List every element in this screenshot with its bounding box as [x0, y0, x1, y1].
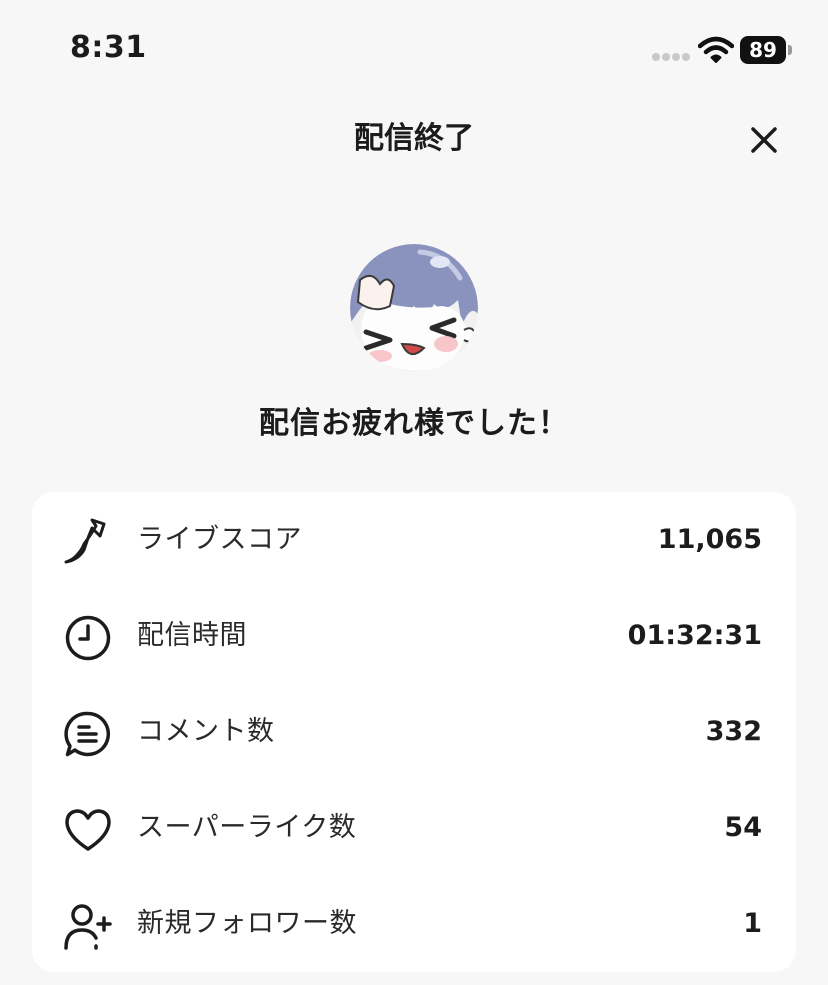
add-user-icon [64, 904, 112, 950]
stat-label: 新規フォロワー数 [137, 908, 357, 939]
status-time: 8:31 [70, 30, 147, 65]
clock-icon [65, 615, 111, 661]
avatar[interactable] [350, 244, 478, 372]
stat-value: 11,065 [657, 524, 762, 555]
stat-label: コメント数 [137, 716, 275, 747]
stat-label: ライブスコア [137, 524, 302, 555]
stat-row-live-score: ライブスコア 11,065 [32, 492, 796, 588]
stat-value: 1 [743, 908, 762, 939]
stat-label: スーパーライク数 [137, 812, 357, 843]
cellular-signal-icon [652, 53, 690, 61]
stat-value: 54 [724, 812, 762, 843]
close-icon[interactable] [740, 116, 788, 164]
stat-row-comments: コメント数 332 [32, 684, 796, 780]
heart-icon [65, 809, 111, 851]
stat-row-new-followers: 新規フォロワー数 1 [32, 876, 796, 972]
battery-level: 89 [740, 36, 786, 64]
battery-cap [788, 45, 792, 55]
comment-icon [64, 711, 111, 757]
stat-label: 配信時間 [137, 620, 247, 651]
live-score-icon [64, 518, 106, 564]
page-title: 配信終了 [354, 121, 474, 156]
stat-value: 332 [705, 716, 762, 747]
stat-row-super-likes: スーパーライク数 54 [32, 780, 796, 876]
stat-row-stream-time: 配信時間 01:32:31 [32, 588, 796, 684]
stream-end-screen: 8:31 89 配信終了 配信お疲れ様でした！ ライブスコア 11,065 配信… [0, 0, 828, 985]
completion-message: 配信お疲れ様でした！ [259, 406, 569, 441]
wifi-icon [698, 36, 734, 63]
status-bar: 8:31 89 [0, 0, 828, 100]
stats-card: ライブスコア 11,065 配信時間 01:32:31 コメント数 332 スー… [32, 492, 796, 972]
battery-indicator: 89 [740, 36, 794, 64]
stat-value: 01:32:31 [627, 620, 762, 651]
